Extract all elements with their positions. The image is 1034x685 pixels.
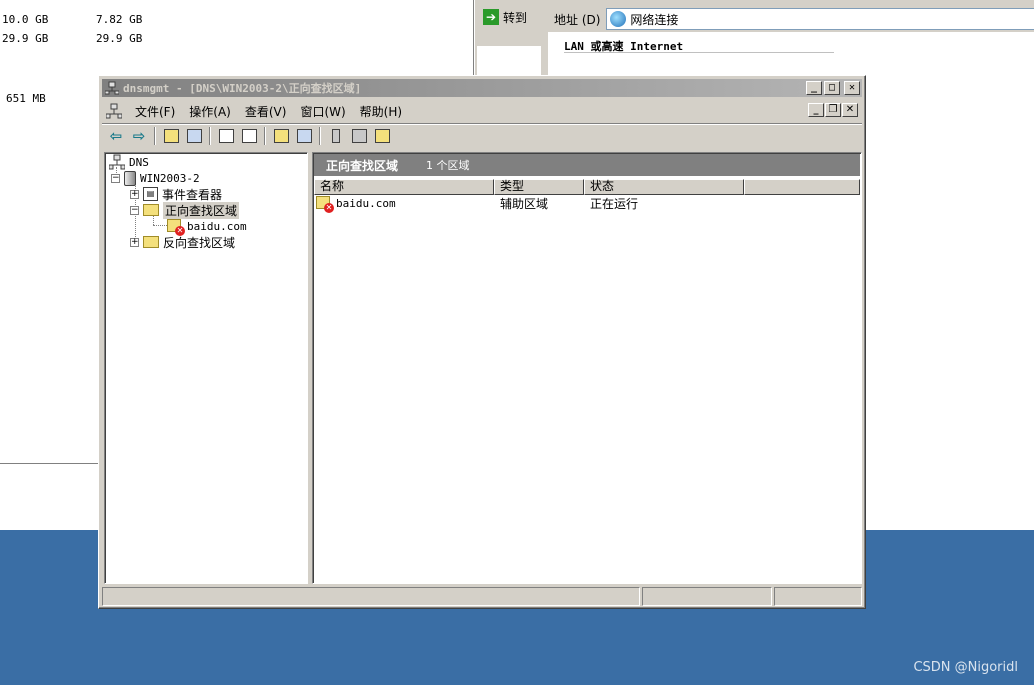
- tree-label-reverse-zones: 反向查找区域: [163, 235, 236, 250]
- background-toolbar-strip: ➔ 转到: [474, 0, 546, 80]
- menu-window[interactable]: 窗口(W): [293, 103, 352, 120]
- console-tree: DNS − WIN2003-2 + ▤ 事件查看器 − 正向查找区域 ✕ bai…: [104, 152, 308, 584]
- details-title: 正向查找区域: [326, 158, 399, 173]
- server-icon[interactable]: [326, 127, 346, 145]
- column-filler: [744, 179, 860, 195]
- address-bar: 地址 (D) 网络连接: [548, 6, 1034, 32]
- tree-label-dns: DNS: [129, 155, 149, 169]
- zone-name: baidu.com: [336, 196, 396, 210]
- event-viewer-icon: ▤: [143, 187, 158, 201]
- back-arrow-icon[interactable]: ⇦: [106, 127, 126, 145]
- details-pane: 正向查找区域 1 个区域 名称 类型 状态 ✕ baidu.com 辅助区域 正…: [312, 152, 862, 584]
- collapse-icon[interactable]: −: [111, 173, 120, 183]
- watermark: CSDN @Nigoridl: [913, 660, 1018, 675]
- details-count: 1 个区域: [426, 159, 470, 172]
- expand-icon[interactable]: +: [130, 237, 139, 247]
- tree-node-event-viewer[interactable]: + ▤ 事件查看器: [130, 186, 222, 202]
- zone-tool-icon[interactable]: [372, 127, 392, 145]
- toolbar-separator: [264, 126, 266, 145]
- zone-status: 正在运行: [590, 196, 639, 211]
- list-item[interactable]: ✕ baidu.com 辅助区域 正在运行: [316, 195, 750, 213]
- menu-action[interactable]: 操作(A): [182, 103, 238, 120]
- tree-node-reverse-zones[interactable]: + 反向查找区域: [130, 234, 235, 250]
- disk-free-2: 29.9 GB: [96, 32, 143, 45]
- status-section: [102, 587, 640, 606]
- tree-label-forward-zones: 正向查找区域: [163, 201, 240, 219]
- expand-icon[interactable]: +: [130, 189, 139, 199]
- toolbar-separator: [319, 126, 321, 145]
- tree-node-forward-zones[interactable]: − 正向查找区域: [130, 201, 240, 219]
- disk-size-1: 10.0 GB: [2, 13, 49, 26]
- refresh-icon[interactable]: [216, 127, 236, 145]
- address-input[interactable]: 网络连接: [606, 8, 1034, 30]
- status-section: [774, 587, 862, 606]
- column-header: 名称 类型 状态: [314, 179, 860, 195]
- goto-button[interactable]: ➔ 转到: [481, 6, 533, 28]
- forward-arrow-icon[interactable]: ⇨: [129, 127, 149, 145]
- window-title: dnsmgmt - [DNS\WIN2003-2\正向查找区域]: [123, 82, 362, 95]
- folder-icon: [143, 236, 159, 248]
- disk-free-1: 7.82 GB: [96, 13, 143, 26]
- action-pane-icon[interactable]: [294, 127, 314, 145]
- child-minimize-button[interactable]: _: [808, 103, 824, 117]
- toolbar: ⇦ ⇨: [102, 123, 862, 147]
- zone-error-icon: ✕: [167, 218, 185, 236]
- goto-arrow-icon: ➔: [483, 9, 499, 25]
- tree-label-zone: baidu.com: [187, 219, 247, 233]
- child-restore-button[interactable]: ❐: [825, 103, 841, 117]
- zone-error-icon: ✕: [316, 195, 334, 213]
- tree-node-dns[interactable]: DNS: [109, 154, 149, 170]
- collapse-icon[interactable]: −: [130, 205, 139, 215]
- goto-label: 转到: [503, 10, 528, 25]
- zone-type: 辅助区域: [500, 196, 549, 211]
- tree-node-zone[interactable]: ✕ baidu.com: [167, 218, 247, 236]
- window-controls: _ □ ✕: [806, 81, 860, 95]
- toolbar-separator: [209, 126, 211, 145]
- export-list-icon[interactable]: [239, 127, 259, 145]
- status-section: [642, 587, 772, 606]
- up-level-icon[interactable]: [161, 127, 181, 145]
- menu-help[interactable]: 帮助(H): [353, 103, 409, 120]
- address-value: 网络连接: [630, 12, 679, 27]
- network-globe-icon: [610, 11, 627, 27]
- minimize-button[interactable]: _: [806, 81, 822, 95]
- menu-bar: 文件(F) 操作(A) 查看(V) 窗口(W) 帮助(H) _ ❐ ✕: [102, 100, 862, 122]
- child-window-controls: _ ❐ ✕: [807, 103, 858, 117]
- tree-label-server: WIN2003-2: [140, 171, 200, 185]
- title-bar[interactable]: dnsmgmt - [DNS\WIN2003-2\正向查找区域] _ □ ✕: [102, 79, 862, 97]
- status-bar: [102, 587, 862, 606]
- maximize-button[interactable]: □: [824, 81, 840, 95]
- show-hide-tree-icon[interactable]: [184, 127, 204, 145]
- menu-file[interactable]: 文件(F): [128, 103, 182, 120]
- tree-label-event-viewer: 事件查看器: [162, 187, 223, 202]
- memory-value: 651 MB: [6, 92, 46, 105]
- dnsmgmt-window: dnsmgmt - [DNS\WIN2003-2\正向查找区域] _ □ ✕ 文…: [98, 75, 866, 609]
- tree-node-server[interactable]: − WIN2003-2: [111, 170, 200, 186]
- toolbar-separator: [154, 126, 156, 145]
- lan-underline: [564, 52, 834, 53]
- help-icon[interactable]: [271, 127, 291, 145]
- notes-icon[interactable]: [349, 127, 369, 145]
- menu-view[interactable]: 查看(V): [238, 103, 294, 120]
- child-close-button[interactable]: ✕: [842, 103, 858, 117]
- folder-icon: [143, 204, 159, 216]
- close-button[interactable]: ✕: [844, 81, 860, 95]
- dns-root-icon: [109, 154, 125, 170]
- address-label: 地址 (D): [554, 12, 601, 27]
- server-icon: [124, 170, 136, 186]
- dns-app-icon: [105, 81, 119, 95]
- disk-size-2: 29.9 GB: [2, 32, 49, 45]
- column-status[interactable]: 状态: [584, 179, 744, 195]
- column-type[interactable]: 类型: [494, 179, 584, 195]
- mmc-icon[interactable]: [106, 103, 122, 119]
- tree-line: [153, 225, 167, 226]
- details-header: 正向查找区域 1 个区域: [314, 154, 860, 176]
- column-name[interactable]: 名称: [314, 179, 494, 195]
